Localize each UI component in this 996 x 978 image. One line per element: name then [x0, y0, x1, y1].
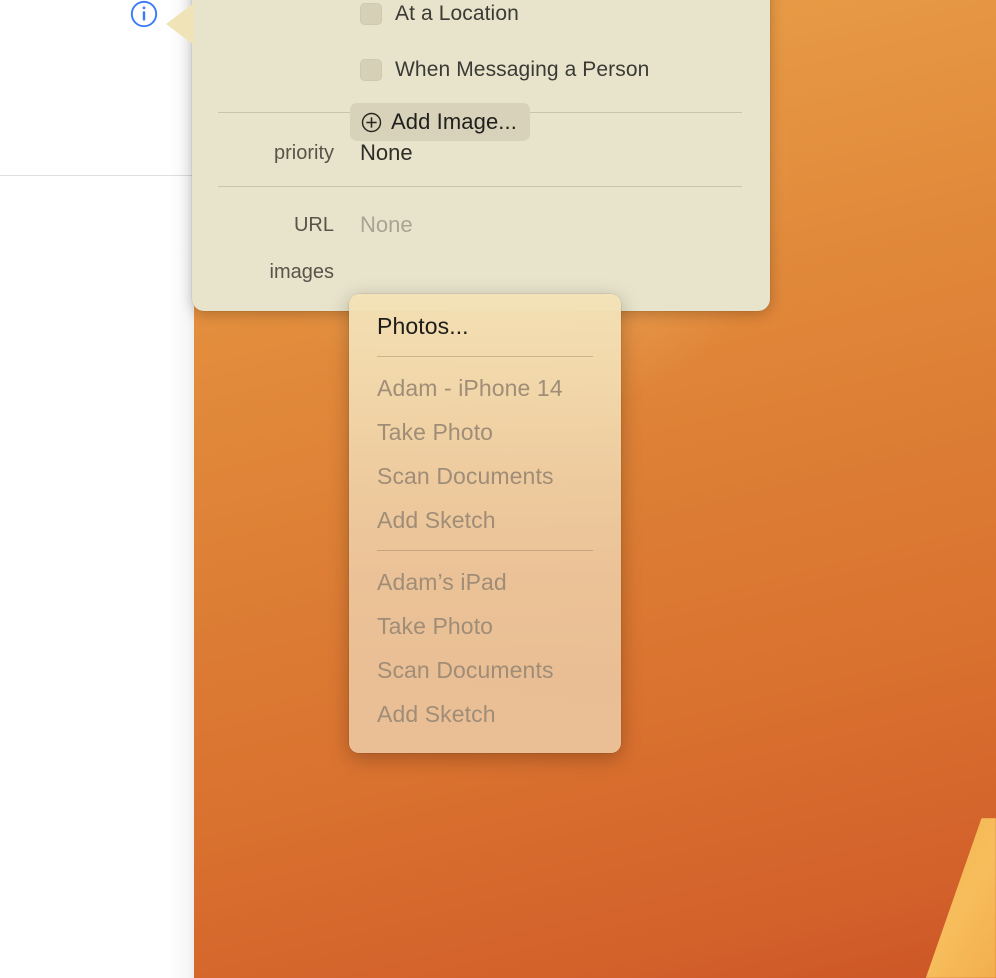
menu-separator-2	[377, 550, 593, 551]
menu-item-label: Photos...	[377, 312, 469, 339]
menu-separator-1	[377, 356, 593, 357]
menu-item-label: Take Photo	[377, 612, 494, 639]
menu-item-label: Scan Documents	[377, 656, 554, 683]
menu-item-label: Adam - iPhone 14	[377, 374, 563, 401]
checkbox-row-at-a-location[interactable]: At a Location	[360, 0, 519, 28]
app-window	[0, 0, 194, 978]
checkbox-at-a-location[interactable]	[360, 3, 382, 25]
field-row-images: images	[192, 257, 770, 287]
plus-circle-icon	[361, 112, 382, 132]
checkbox-label-when-messaging-a-person: When Messaging a Person	[395, 58, 650, 81]
menu-item-label: Add Sketch	[377, 700, 496, 727]
field-value-url[interactable]: None	[360, 212, 413, 238]
menu-header-adam-iphone-14: Adam - iPhone 14	[349, 366, 621, 410]
menu-item-scan-documents-ipad: Scan Documents	[349, 648, 621, 692]
checkbox-label-at-a-location: At a Location	[395, 2, 519, 25]
screen: At a Location When Messaging a Person pr…	[0, 0, 996, 978]
list-divider	[0, 175, 194, 176]
field-row-url[interactable]: URL None	[192, 210, 770, 240]
wallpaper-accent-wedge	[925, 818, 996, 978]
menu-item-label: Add Sketch	[377, 506, 496, 533]
field-label-images: images	[269, 260, 334, 283]
menu-item-scan-documents-iphone: Scan Documents	[349, 454, 621, 498]
menu-item-label: Scan Documents	[377, 462, 554, 489]
menu-item-add-sketch-ipad: Add Sketch	[349, 692, 621, 736]
field-label-priority: priority	[273, 141, 334, 164]
field-value-priority[interactable]: None	[360, 140, 413, 166]
menu-item-photos[interactable]: Photos...	[349, 304, 621, 348]
add-image-menu: Photos... Adam - iPhone 14 Take Photo Sc…	[349, 294, 621, 753]
info-circle-icon	[130, 0, 158, 28]
info-button[interactable]	[128, 0, 160, 30]
checkbox-when-messaging-a-person[interactable]	[360, 59, 382, 81]
menu-header-adams-ipad: Adam’s iPad	[349, 560, 621, 604]
reminder-details-popover: At a Location When Messaging a Person pr…	[192, 0, 770, 311]
field-label-url: URL	[293, 213, 334, 236]
menu-item-add-sketch-iphone: Add Sketch	[349, 498, 621, 542]
add-image-button-label: Add Image...	[391, 109, 517, 134]
menu-item-take-photo-ipad: Take Photo	[349, 604, 621, 648]
field-row-priority[interactable]: priority None	[192, 138, 770, 168]
menu-item-label: Adam’s iPad	[377, 568, 507, 595]
divider-below-priority	[218, 186, 742, 187]
menu-item-label: Take Photo	[377, 418, 494, 445]
add-image-button[interactable]: Add Image...	[350, 103, 530, 141]
checkbox-row-when-messaging-a-person[interactable]: When Messaging a Person	[360, 56, 649, 84]
menu-item-take-photo-iphone: Take Photo	[349, 410, 621, 454]
